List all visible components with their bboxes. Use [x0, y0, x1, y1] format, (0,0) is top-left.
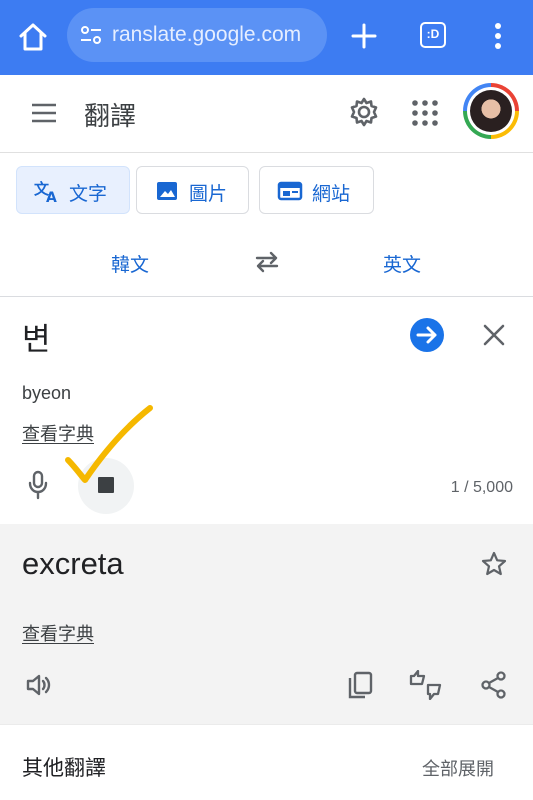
- arrow-forward-icon: [416, 326, 437, 344]
- source-text-input[interactable]: 변: [22, 314, 51, 359]
- website-icon: [277, 179, 303, 203]
- settings-icon[interactable]: [347, 95, 381, 129]
- close-icon[interactable]: [483, 324, 505, 346]
- target-language-button[interactable]: 英文: [383, 250, 421, 277]
- tab-websites-label: 網站: [312, 184, 351, 205]
- speaker-icon[interactable]: [25, 672, 53, 698]
- character-counter: 1 / 5,000: [450, 479, 513, 496]
- image-icon: [154, 179, 180, 203]
- tab-switcher-button[interactable]: :D: [420, 22, 446, 48]
- new-tab-icon[interactable]: [348, 20, 380, 52]
- tab-images[interactable]: 圖片: [136, 166, 249, 214]
- svg-text:A: A: [46, 190, 57, 203]
- source-dictionary-link[interactable]: 查看字典: [22, 420, 94, 446]
- home-icon[interactable]: [16, 20, 50, 54]
- translate-button[interactable]: [410, 318, 444, 352]
- translate-icon: 文A: [34, 179, 60, 203]
- translation-result-panel: excreta 查看字典: [0, 524, 533, 724]
- swap-languages-icon[interactable]: [254, 250, 280, 274]
- result-dictionary-link[interactable]: 查看字典: [22, 620, 94, 646]
- more-vert-icon[interactable]: [488, 20, 508, 52]
- divider: [0, 724, 533, 725]
- menu-icon[interactable]: [30, 101, 58, 125]
- stop-audio-button[interactable]: [78, 458, 134, 514]
- tab-text-label: 文字: [69, 184, 108, 205]
- tab-images-label: 圖片: [189, 184, 228, 205]
- divider: [0, 296, 533, 297]
- site-settings-icon[interactable]: [79, 23, 103, 47]
- apps-grid-icon[interactable]: [411, 99, 439, 127]
- translated-text: excreta: [22, 546, 124, 581]
- app-title: 翻譯: [84, 101, 137, 131]
- account-avatar[interactable]: [463, 83, 519, 139]
- tab-websites[interactable]: 網站: [259, 166, 374, 214]
- microphone-icon[interactable]: [28, 470, 48, 500]
- source-language-button[interactable]: 韓文: [111, 250, 149, 277]
- copy-icon[interactable]: [346, 670, 374, 700]
- browser-toolbar: ranslate.google.com :D: [0, 0, 533, 75]
- other-translations-title: 其他翻譯: [22, 757, 106, 780]
- app-header: 翻譯: [0, 75, 533, 153]
- tab-text[interactable]: 文A 文字: [16, 166, 130, 214]
- expand-all-button[interactable]: 全部展開: [422, 755, 494, 781]
- share-icon[interactable]: [480, 670, 508, 700]
- star-icon[interactable]: [480, 550, 508, 578]
- avatar-photo: [470, 90, 512, 132]
- stop-icon: [98, 477, 114, 493]
- romanization-text: byeon: [22, 383, 72, 403]
- feedback-icon[interactable]: [408, 670, 444, 700]
- address-bar[interactable]: ranslate.google.com: [67, 8, 327, 62]
- url-text[interactable]: ranslate.google.com: [112, 23, 301, 47]
